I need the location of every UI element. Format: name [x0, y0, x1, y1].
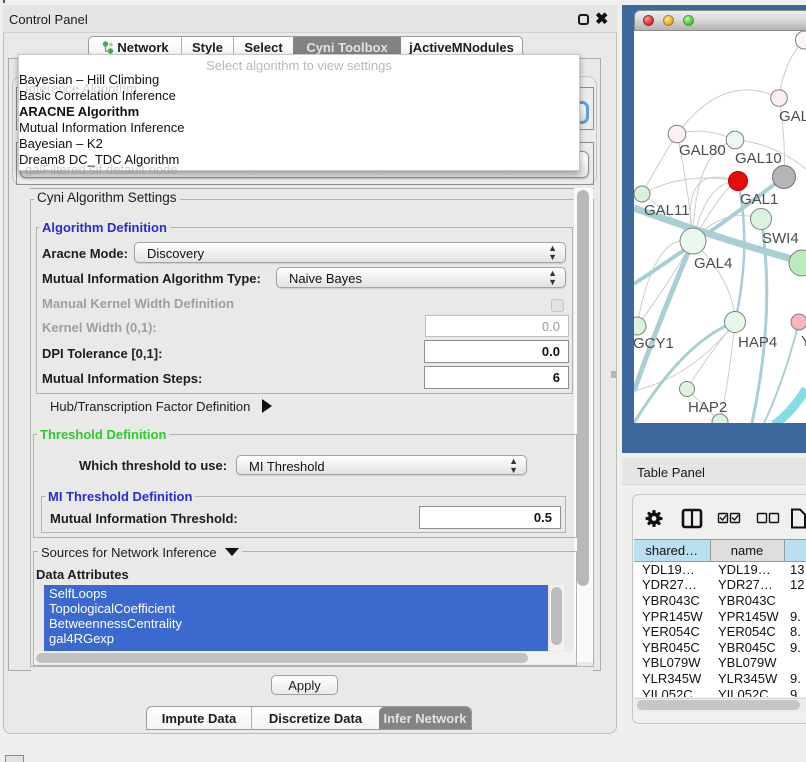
svg-text:HAP4: HAP4	[738, 334, 777, 351]
svg-text:GAL4: GAL4	[694, 255, 732, 272]
svg-text:GAL: GAL	[779, 108, 806, 125]
svg-text:GCY1: GCY1	[634, 335, 674, 352]
svg-text:SWI4: SWI4	[762, 230, 799, 247]
svg-text:GAL11: GAL11	[644, 202, 690, 219]
svg-text:GAL10: GAL10	[735, 150, 782, 167]
svg-text:GAL80: GAL80	[679, 142, 726, 159]
svg-text:HAP2: HAP2	[688, 399, 727, 416]
svg-text:GAL1: GAL1	[740, 191, 778, 208]
svg-text:Y: Y	[801, 333, 806, 350]
